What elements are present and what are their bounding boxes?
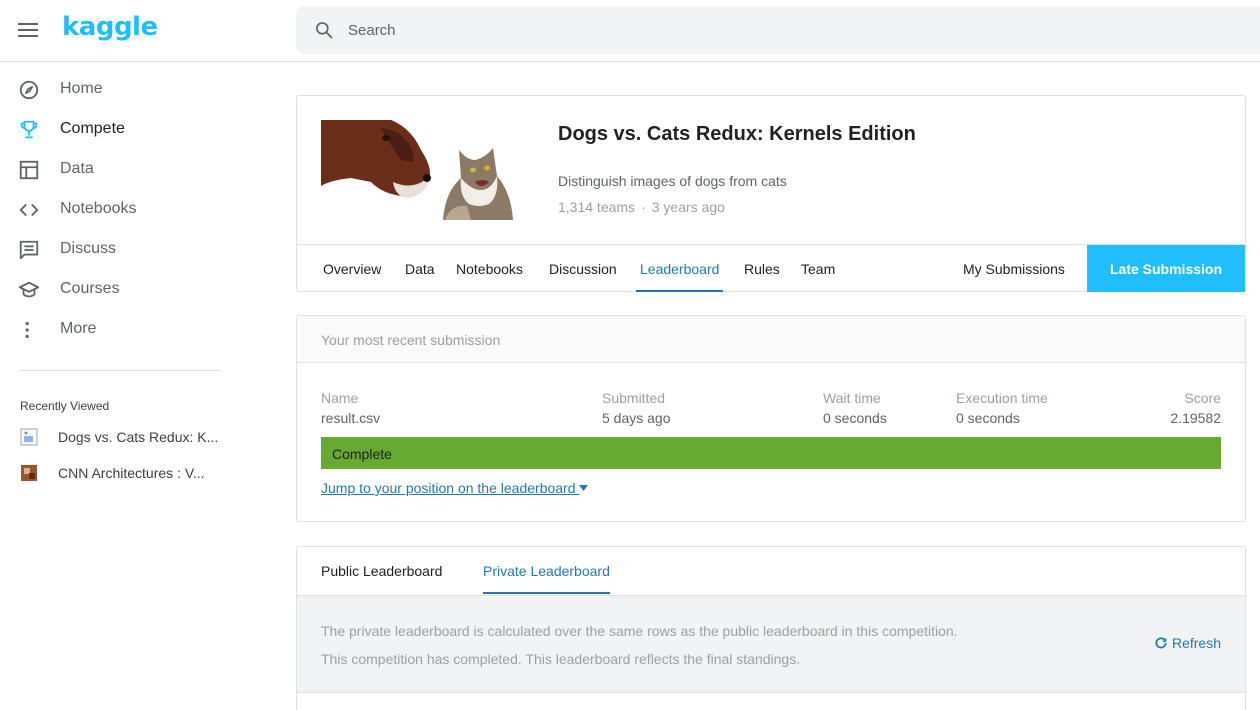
tab-data[interactable]: Data: [405, 245, 435, 292]
competition-tabs: Overview Data Notebooks Discussion Leade…: [297, 244, 1245, 292]
competition-subtitle: Distinguish images of dogs from cats: [558, 173, 787, 189]
leaderboard-info: The private leaderboard is calculated ov…: [297, 595, 1245, 693]
sidebar-item-label: Data: [60, 160, 94, 177]
my-submissions-link[interactable]: My Submissions: [963, 245, 1065, 292]
sidebar-item-label: Notebooks: [60, 200, 137, 217]
sidebar-item-data[interactable]: Data: [0, 150, 240, 190]
school-icon: [18, 281, 40, 298]
sidebar-item-label: Home: [60, 80, 103, 97]
recent-item-label: Dogs vs. Cats Redux: K...: [58, 429, 219, 445]
competition-meta: 1,314 teams · 3 years ago: [558, 199, 725, 215]
top-bar: kaggle: [0, 0, 1260, 62]
code-icon: [19, 203, 39, 217]
meta-separator: ·: [641, 199, 646, 215]
sidebar-item-label: Discuss: [60, 240, 117, 257]
competition-header: Dogs vs. Cats Redux: Kernels Edition Dis…: [296, 95, 1246, 292]
tab-rules[interactable]: Rules: [744, 245, 780, 292]
sidebar-item-compete[interactable]: Compete: [0, 110, 240, 150]
late-submission-button[interactable]: Late Submission: [1087, 245, 1245, 292]
notebook-thumbnail: [21, 465, 37, 481]
sidebar-item-home[interactable]: Home: [0, 70, 240, 110]
sidebar-divider: [20, 370, 220, 371]
submission-header: Your most recent submission: [297, 316, 1245, 363]
jump-link-label: Jump to your position on the leaderboard: [321, 480, 576, 496]
search-icon: [316, 22, 333, 39]
tab-overview[interactable]: Overview: [323, 245, 381, 292]
menu-icon[interactable]: [18, 23, 38, 39]
submitted-value: 5 days ago: [602, 410, 671, 426]
wait-time-label: Wait time: [823, 390, 881, 406]
recent-item[interactable]: Dogs vs. Cats Redux: K...: [0, 424, 240, 454]
execution-time-label: Execution time: [956, 390, 1048, 406]
comment-icon: [19, 240, 39, 260]
competition-image: [321, 120, 533, 220]
submitted-label: Submitted: [602, 390, 666, 406]
refresh-label: Refresh: [1171, 635, 1221, 651]
recent-item-label: CNN Architectures : V...: [58, 465, 205, 481]
refresh-icon: [1155, 637, 1167, 649]
sidebar-item-more[interactable]: More: [0, 310, 240, 350]
competition-title: Dogs vs. Cats Redux: Kernels Edition: [558, 123, 916, 145]
tab-private-leaderboard[interactable]: Private Leaderboard: [483, 547, 610, 594]
wait-time-value: 0 seconds: [823, 410, 887, 426]
recent-item[interactable]: CNN Architectures : V...: [0, 460, 240, 490]
jump-to-position-link[interactable]: Jump to your position on the leaderboard: [321, 480, 589, 496]
search-bar[interactable]: [296, 6, 1260, 54]
teams-count: 1,314 teams: [558, 199, 636, 215]
sidebar-item-label: Compete: [60, 120, 125, 137]
tab-team[interactable]: Team: [801, 245, 835, 292]
tab-public-leaderboard[interactable]: Public Leaderboard: [321, 547, 442, 594]
tab-leaderboard[interactable]: Leaderboard: [636, 245, 724, 292]
table-icon: [19, 160, 39, 180]
recent-submission-card: Your most recent submission Name result.…: [296, 315, 1246, 522]
submission-header-text: Your most recent submission: [321, 332, 501, 348]
leaderboard-info-line: This competition has completed. This lea…: [321, 651, 801, 667]
competition-age: 3 years ago: [651, 199, 725, 215]
caret-down-icon: [579, 485, 589, 491]
trophy-icon: [20, 120, 38, 139]
search-input[interactable]: [348, 18, 1228, 42]
compass-icon: [19, 80, 39, 100]
sidebar-item-discuss[interactable]: Discuss: [0, 230, 240, 270]
sidebar-item-label: More: [60, 320, 97, 337]
tab-discussion[interactable]: Discussion: [549, 245, 617, 292]
name-label: Name: [321, 390, 359, 406]
name-value: result.csv: [321, 410, 381, 426]
status-text: Complete: [332, 446, 392, 462]
sidebar-item-courses[interactable]: Courses: [0, 270, 240, 310]
refresh-button[interactable]: Refresh: [1154, 635, 1221, 651]
execution-time-value: 0 seconds: [956, 410, 1020, 426]
tab-notebooks[interactable]: Notebooks: [456, 245, 523, 292]
more-vert-icon: [25, 321, 29, 339]
leaderboard-info-line: The private leaderboard is calculated ov…: [321, 623, 958, 639]
score-value: 2.19582: [1170, 410, 1221, 426]
sidebar-item-label: Courses: [60, 280, 120, 297]
kaggle-logo[interactable]: kaggle: [62, 12, 158, 42]
broken-image-icon: [20, 428, 38, 446]
sidebar: Home Compete Data Notebooks Discuss Cour…: [0, 62, 240, 710]
sidebar-item-notebooks[interactable]: Notebooks: [0, 190, 240, 230]
status-bar: Complete: [321, 437, 1221, 469]
leaderboard-card: Public Leaderboard Private Leaderboard T…: [296, 546, 1246, 710]
score-label: Score: [1184, 390, 1221, 406]
recently-viewed-title: Recently Viewed: [20, 399, 110, 413]
